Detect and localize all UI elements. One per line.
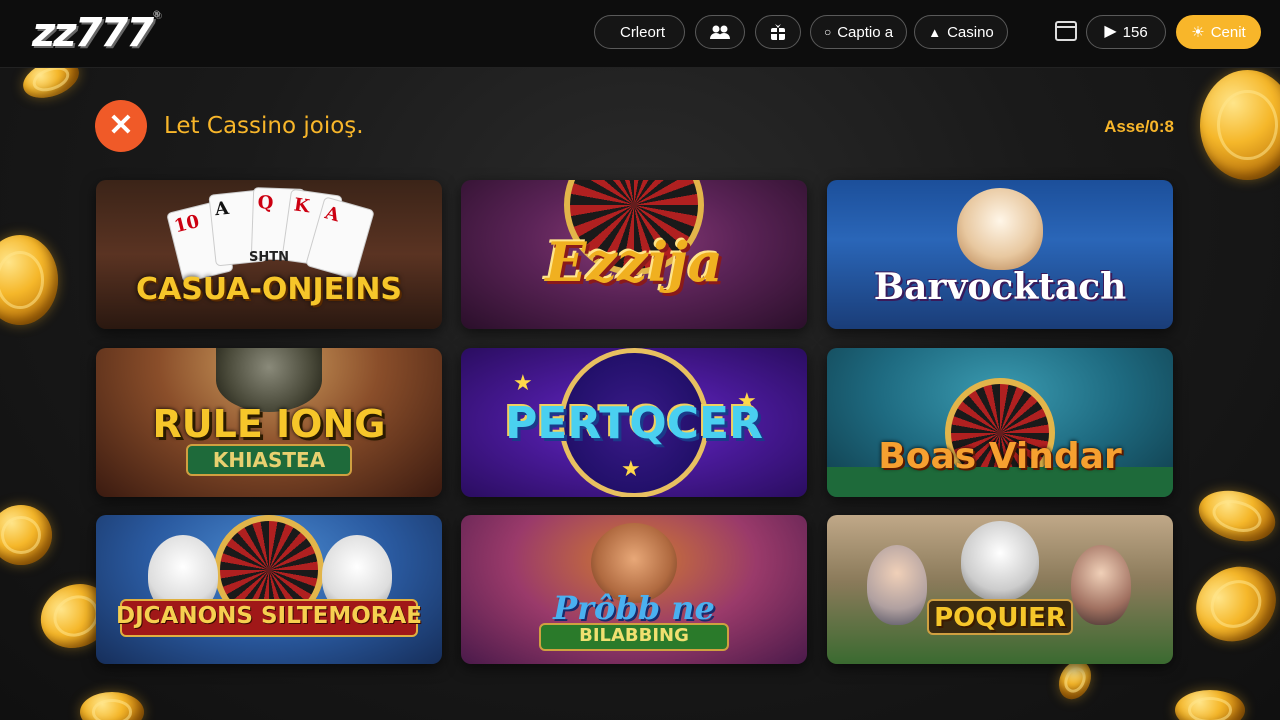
game-subtitle: KHIASTEA [212, 448, 326, 472]
top-header: zz777® Crleort ○ Captio a ▲ Casino ▶ 156… [0, 0, 1280, 68]
page-title: Let Cassino joioş. [164, 113, 364, 139]
game-tile[interactable]: Barvocktach [827, 180, 1173, 329]
coin-decoration [0, 235, 58, 325]
logo-trademark: ® [152, 10, 161, 20]
cta-button[interactable]: ☀ Cenit [1176, 15, 1261, 49]
sun-icon: ☀ [1191, 24, 1205, 41]
brand-logo[interactable]: zz777® [32, 10, 161, 56]
coin-decoration [1200, 70, 1280, 180]
gift-icon [771, 24, 785, 40]
nav-pill-users[interactable] [695, 15, 745, 49]
coin-decoration [1175, 690, 1245, 720]
game-title: Boas Vindar [878, 436, 1122, 477]
coin-decoration [80, 692, 144, 720]
asset-label[interactable]: Asse/0:8 [1104, 117, 1174, 137]
game-title: Barvocktach [873, 266, 1127, 308]
game-tile[interactable]: Prôbb ne BILABBING [461, 515, 807, 664]
users-icon [710, 25, 730, 39]
game-tile[interactable]: Boas Vindar [827, 348, 1173, 497]
play-count: 156 [1122, 23, 1148, 41]
nav-pill-gift[interactable] [755, 15, 801, 49]
game-tile[interactable]: DJCANONS SILTEMORAE [96, 515, 442, 664]
game-subtitle: SHTN [249, 250, 289, 265]
wolf-mascot-art [961, 521, 1039, 601]
nav-label: Casino [947, 23, 994, 41]
play-count-pill[interactable]: ▶ 156 [1086, 15, 1166, 49]
casino-icon: ▲ [928, 24, 942, 40]
game-title: PERTQCER [505, 398, 763, 449]
play-icon: ▶ [1104, 23, 1117, 40]
nav-label: Captio a [837, 23, 894, 41]
coin-decoration [1182, 552, 1280, 656]
casino-app: zz777® Crleort ○ Captio a ▲ Casino ▶ 156… [0, 0, 1280, 720]
nav-label: Crleort [619, 23, 665, 41]
star-icon: ★ [621, 456, 641, 481]
game-tile[interactable]: 10 A Q K A SHTN CASUA-ONJEINS [96, 180, 442, 329]
game-title: RULE IONG [152, 402, 386, 446]
nav-pill-crleort[interactable]: Crleort [594, 15, 685, 49]
nav-pill-casino[interactable]: ▲ Casino [914, 15, 1008, 49]
coin-decoration [0, 505, 52, 565]
calendar-icon[interactable] [1055, 21, 1077, 41]
user-icon: ○ [823, 25, 832, 39]
game-tile[interactable]: ★ ★ ★ PERTQCER [461, 348, 807, 497]
game-title: DJCANONS SILTEMORAE [116, 603, 422, 629]
game-subtitle: BILABBING [579, 625, 689, 646]
coin-decoration [1193, 482, 1280, 550]
dog-mascot-art [957, 188, 1043, 270]
game-tile[interactable]: POQUIER [827, 515, 1173, 664]
game-title: POQUIER [934, 603, 1066, 633]
game-tile[interactable]: RULE IONG KHIASTEA [96, 348, 442, 497]
cta-label: Cenit [1210, 23, 1246, 41]
game-title: CASUA-ONJEINS [135, 272, 403, 307]
game-title: Ezzija [545, 230, 723, 294]
game-tile[interactable]: Ezzija [461, 180, 807, 329]
logo-text: zz777 [32, 10, 154, 56]
close-icon: ✕ [108, 109, 134, 142]
game-title: Prôbb ne [553, 589, 715, 627]
close-button[interactable]: ✕ [95, 100, 147, 152]
nav-pill-captio[interactable]: ○ Captio a [810, 15, 907, 49]
star-icon: ★ [513, 370, 533, 395]
